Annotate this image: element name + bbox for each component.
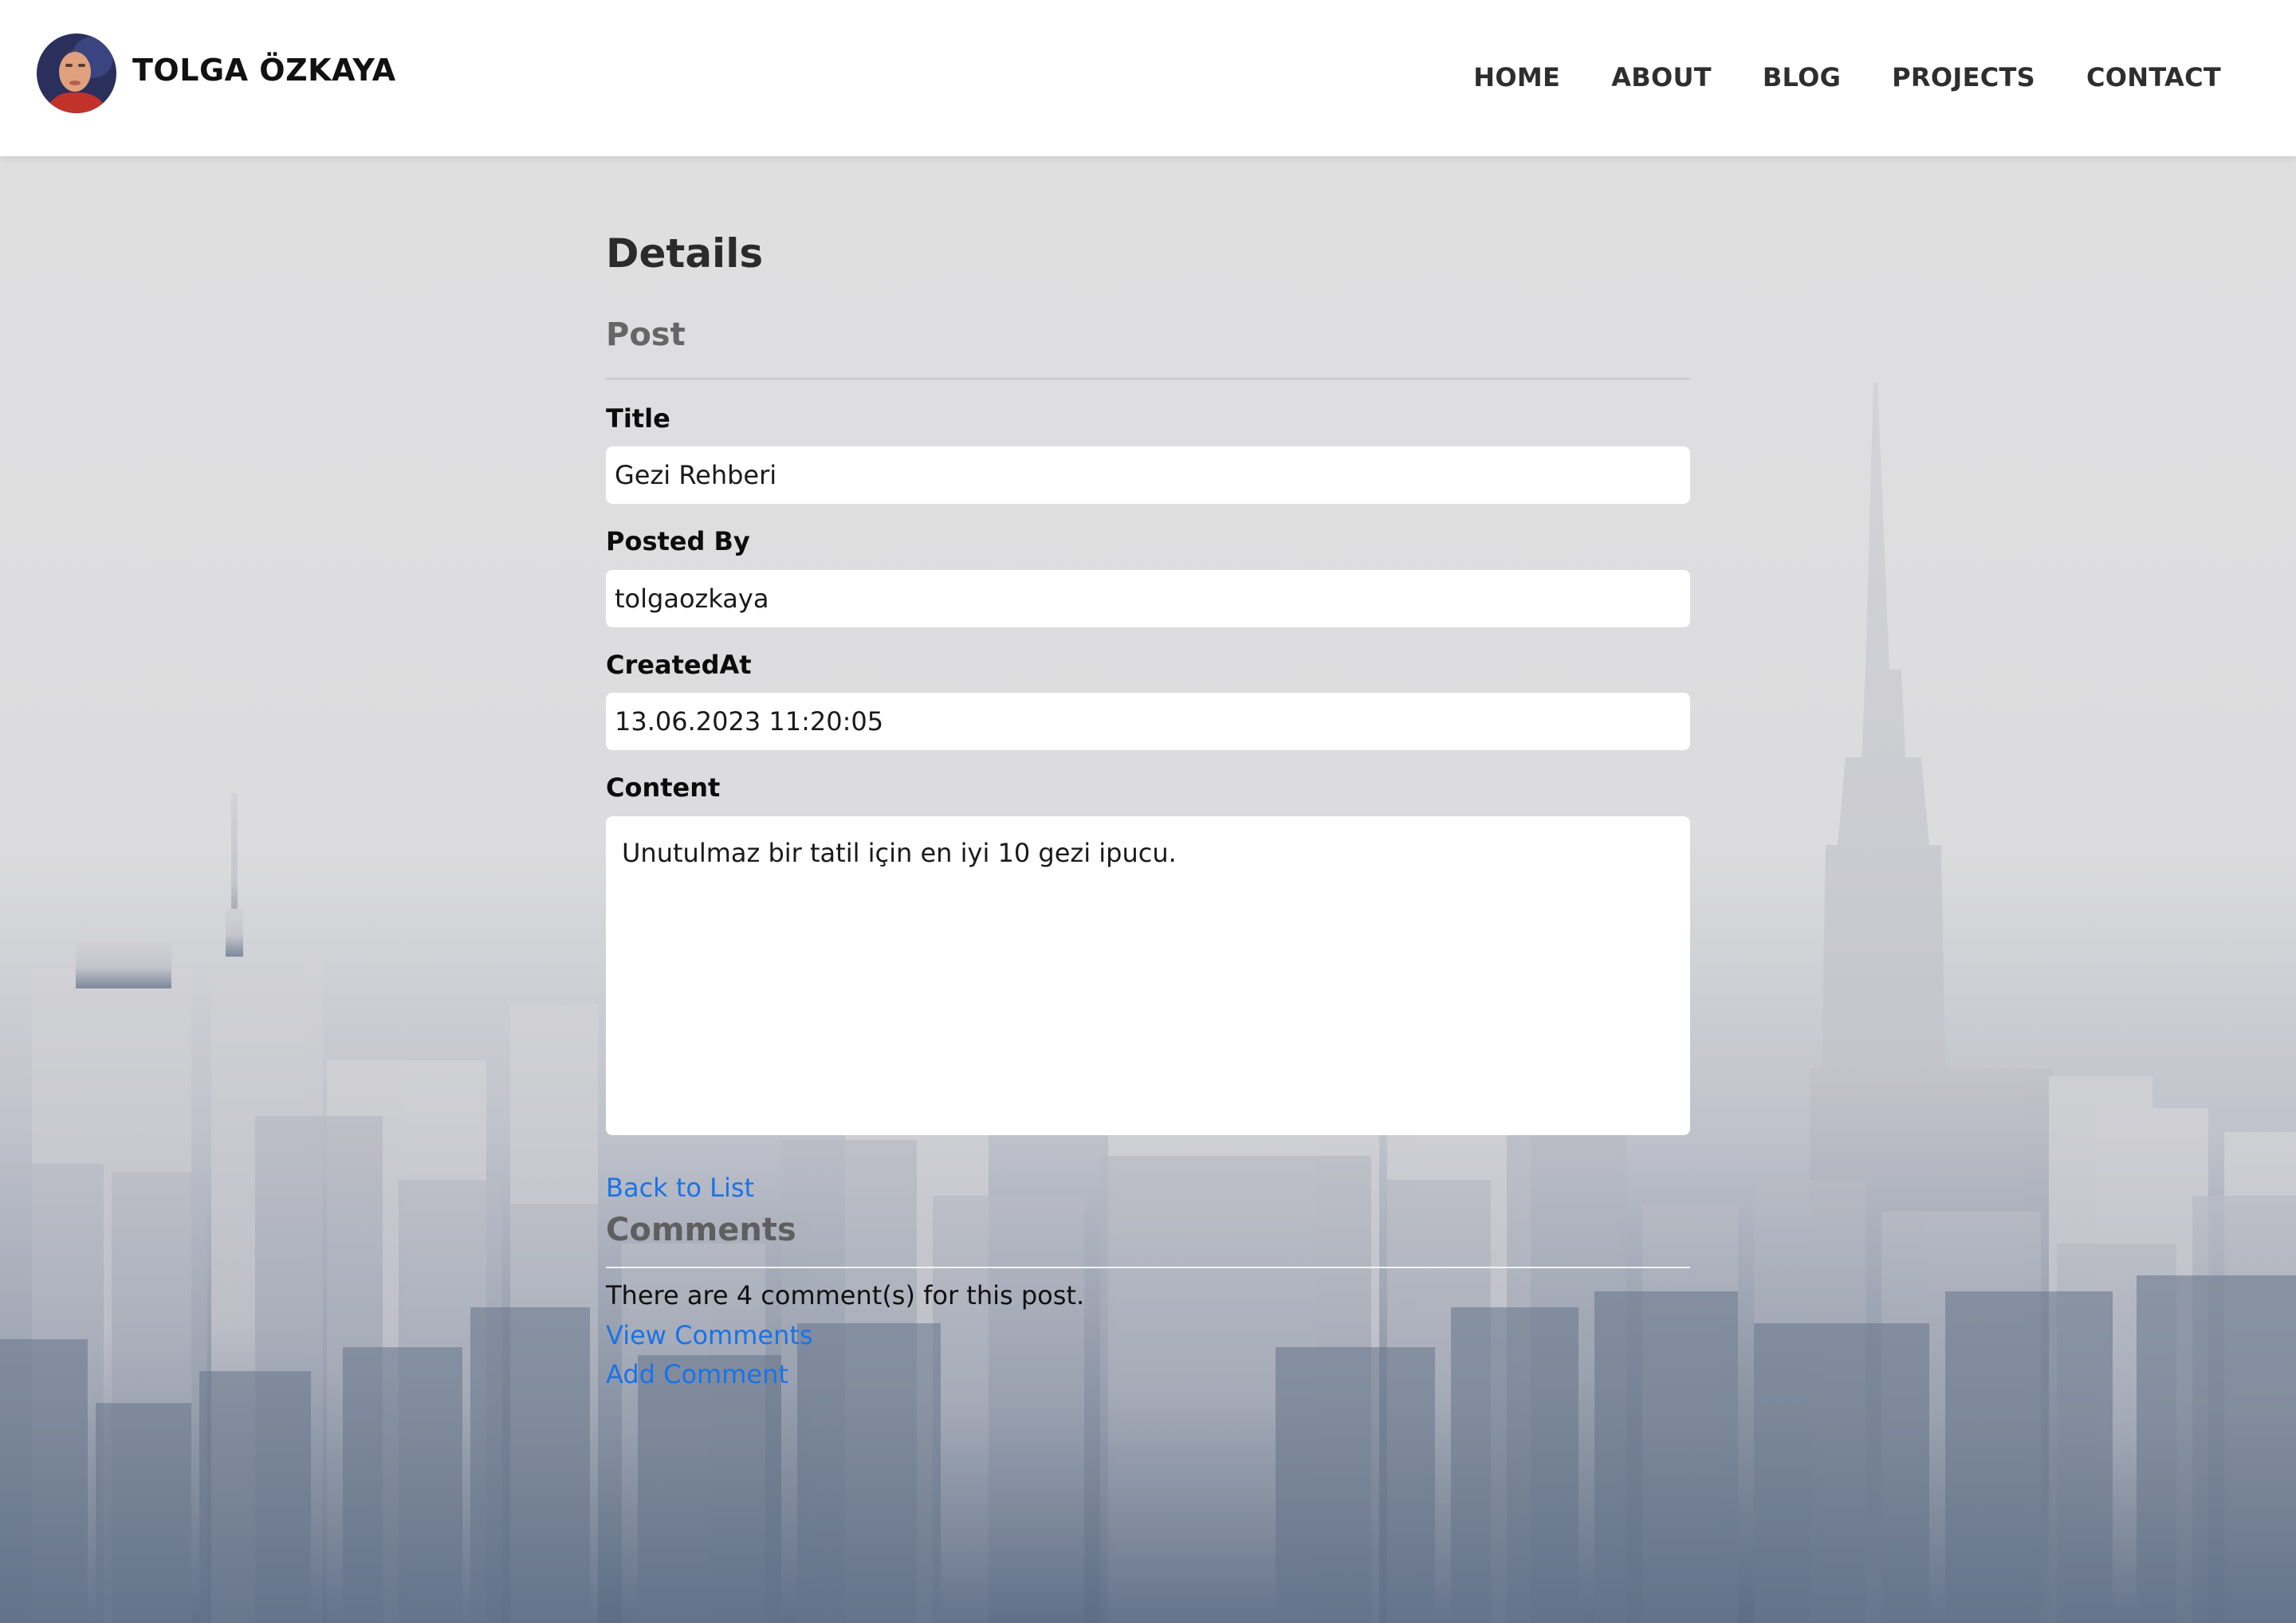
main-nav: HOME ABOUT BLOG PROJECTS CONTACT [1473, 62, 2221, 92]
nav-contact[interactable]: CONTACT [2086, 62, 2221, 92]
divider [606, 378, 1690, 379]
content-field[interactable]: Unutulmaz bir tatil için en iyi 10 gezi … [606, 815, 1690, 1135]
view-comments-link[interactable]: View Comments [606, 1319, 813, 1353]
avatar[interactable] [37, 33, 116, 113]
posted-by-field[interactable]: tolgaozkaya [606, 569, 1690, 627]
title-label: Title [606, 403, 670, 434]
content-label: Content [606, 772, 721, 804]
nav-blog[interactable]: BLOG [1763, 62, 1841, 92]
nav-home[interactable]: HOME [1473, 62, 1560, 92]
created-at-label: CreatedAt [606, 649, 752, 680]
page-title: Details [606, 230, 764, 277]
nav-projects[interactable]: PROJECTS [1892, 62, 2035, 92]
created-at-field[interactable]: 13.06.2023 11:20:05 [606, 693, 1690, 751]
section-title-post: Post [606, 316, 686, 353]
posted-by-label: Posted By [606, 526, 750, 557]
site-header: TOLGA ÖZKAYA HOME ABOUT BLOG PROJECTS CO… [0, 0, 2296, 156]
details-panel: Details Post Title Gezi Rehberi Posted B… [606, 215, 1690, 1392]
back-to-list-link[interactable]: Back to List [606, 1172, 754, 1205]
nav-about[interactable]: ABOUT [1611, 62, 1712, 92]
comments-title: Comments [606, 1212, 796, 1249]
site-brand[interactable]: TOLGA ÖZKAYA [132, 53, 396, 88]
comments-divider [606, 1267, 1690, 1269]
comment-count-text: There are 4 comment(s) for this post. [606, 1280, 1085, 1311]
title-field[interactable]: Gezi Rehberi [606, 446, 1690, 505]
user-avatar-photo-icon [37, 33, 116, 113]
add-comment-link[interactable]: Add Comment [606, 1358, 788, 1392]
